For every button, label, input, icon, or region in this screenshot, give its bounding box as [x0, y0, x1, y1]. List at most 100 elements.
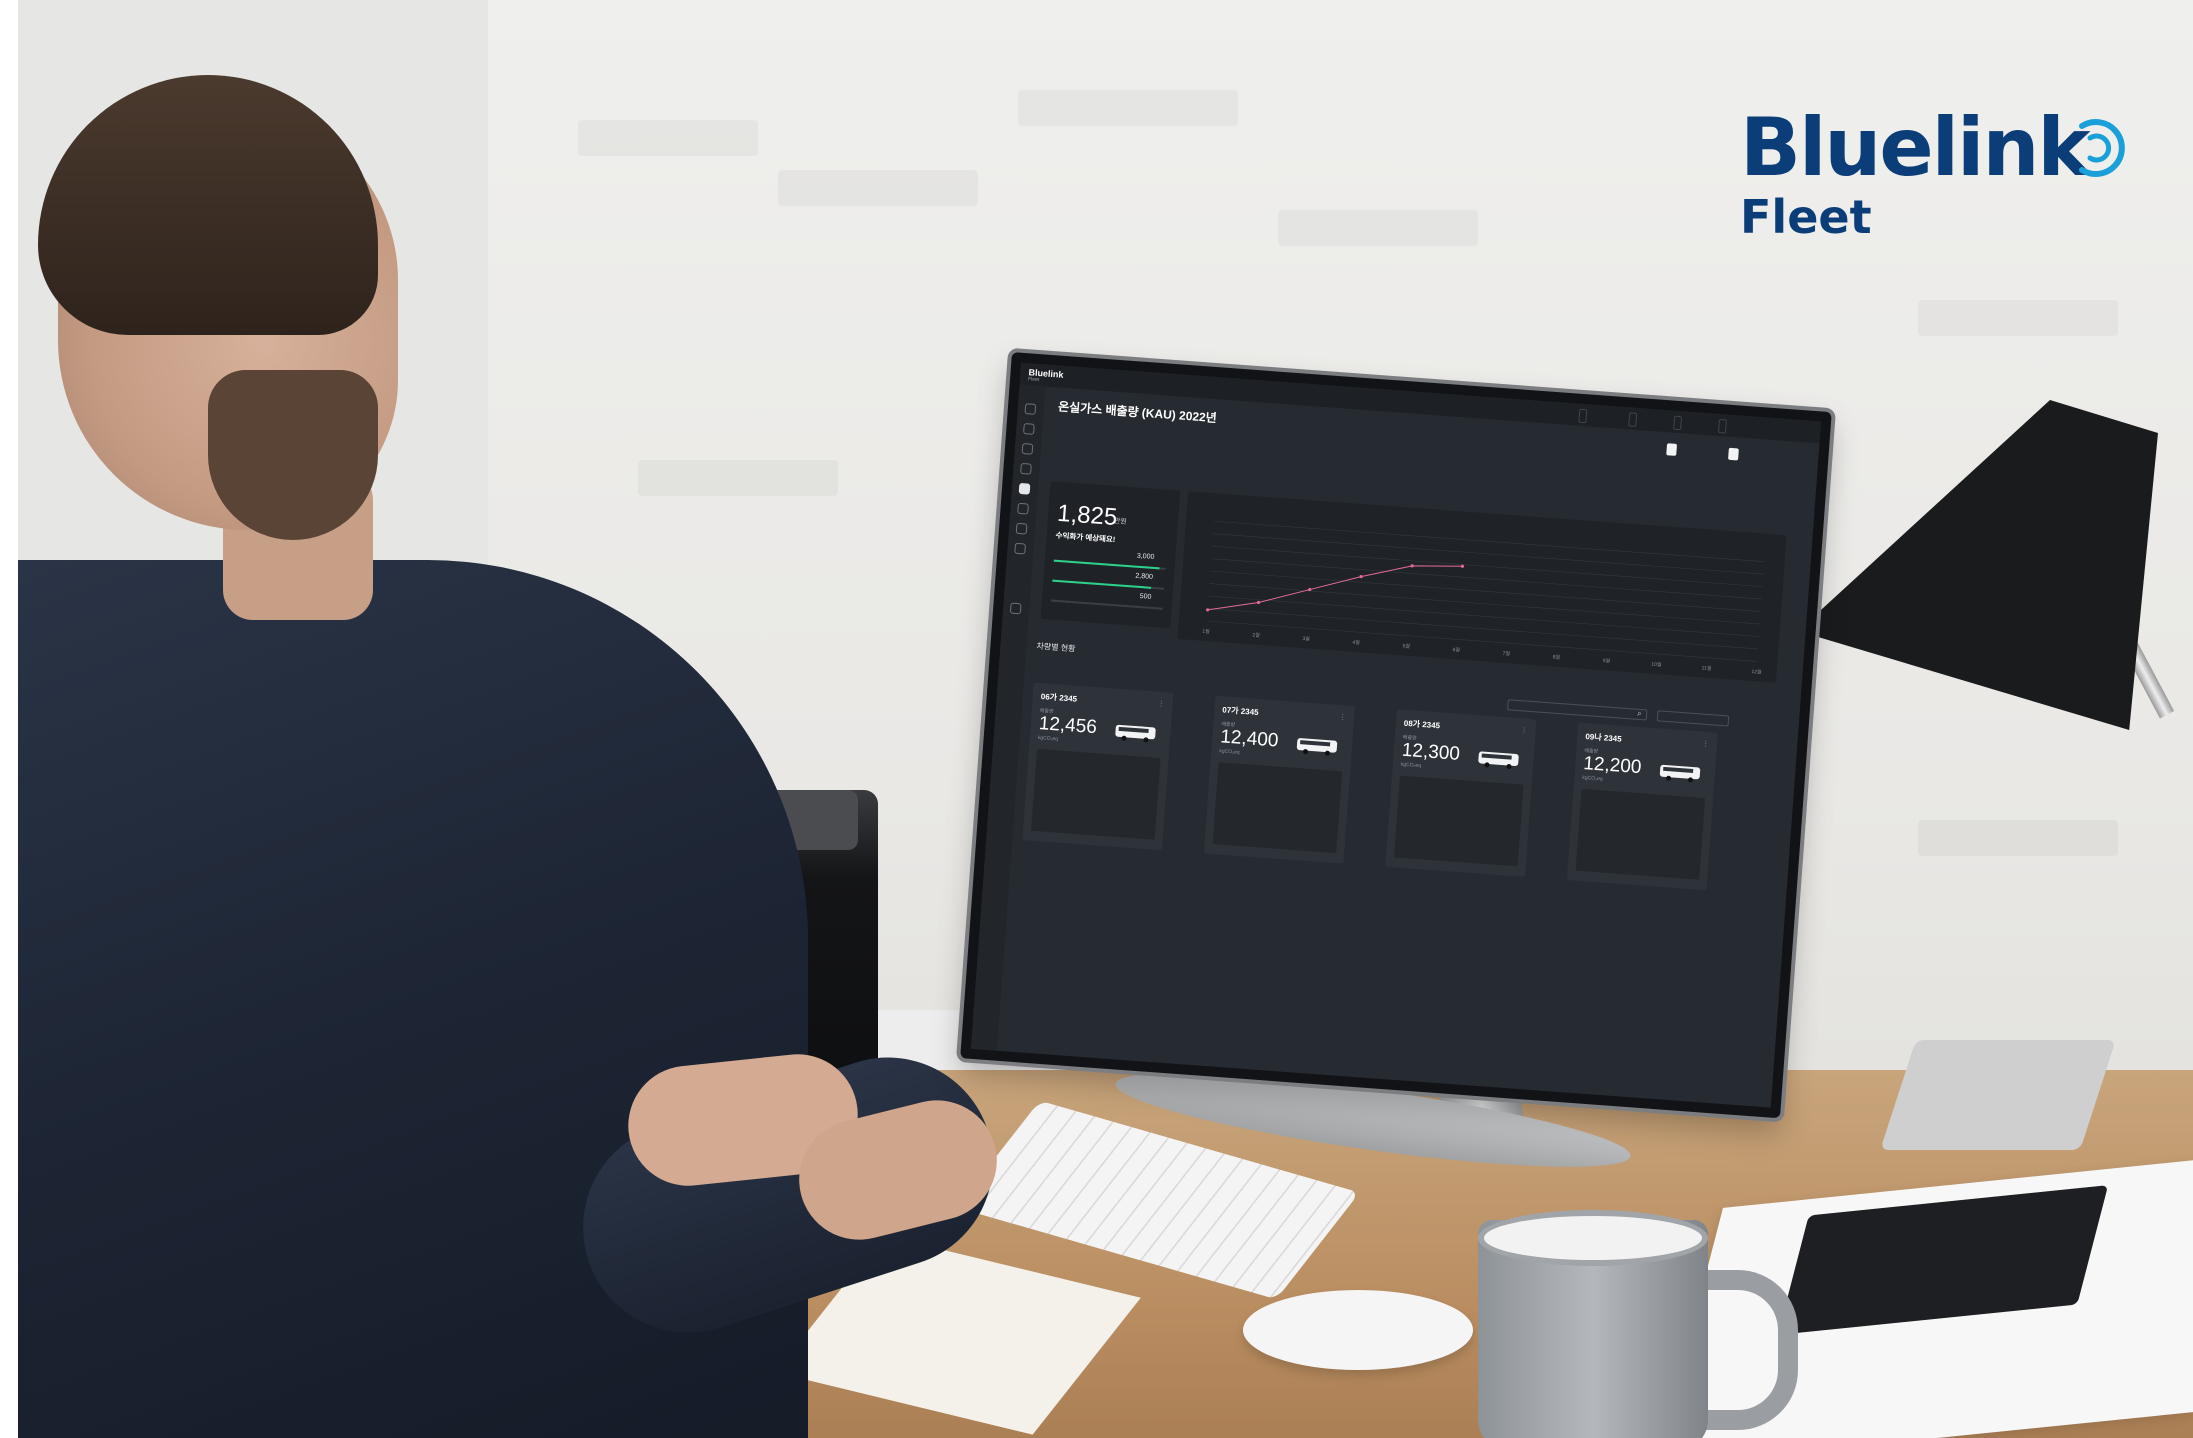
series-line [1207, 565, 1463, 611]
kau-summary-card: 1,825 만원 수익화가 예상돼요! 3,000 2,800 500 [1040, 481, 1181, 629]
description-line [1065, 424, 1763, 475]
search-icon[interactable]: ⌕ [1637, 709, 1642, 719]
grid-line [1206, 620, 1758, 662]
header-button-1[interactable] [1666, 443, 1678, 456]
wall-brick [1278, 210, 1478, 246]
topbar-button-4[interactable] [1717, 418, 1727, 434]
grid-line [1214, 520, 1765, 562]
data-point [1359, 575, 1363, 579]
x-tick-label: 6월 [1452, 646, 1460, 654]
bus-icon [1296, 738, 1338, 756]
x-tick-label: 3월 [1302, 635, 1310, 643]
mouse [1243, 1290, 1473, 1370]
x-tick-label: 12월 [1751, 668, 1762, 676]
kau-row-value: 3,000 [1136, 552, 1155, 561]
kau-row-value: 500 [1139, 593, 1152, 601]
vehicle-search-input[interactable] [1507, 699, 1648, 721]
more-icon[interactable]: ⋮ [1157, 700, 1165, 708]
bus-icon [1659, 764, 1701, 783]
sort-select[interactable] [1656, 710, 1730, 727]
kau-row-value: 2,800 [1135, 572, 1154, 581]
description-line [1065, 424, 1763, 475]
vehicle-detail-panel [1030, 748, 1161, 840]
x-tick-label: 7월 [1502, 650, 1510, 658]
grid-line [1208, 595, 1760, 637]
topbar-button-2[interactable] [1628, 412, 1638, 427]
description-line [1065, 424, 1763, 475]
desk-lamp [1798, 400, 2158, 730]
emission-chart-card: 1월 2월 3월 4월 5월 6월 7월 8월 9월 10월 11월 12월 [1177, 491, 1787, 683]
doc-icon[interactable] [1017, 502, 1029, 515]
vehicle-emission-unit: kgCO₂eq [1037, 734, 1059, 743]
grid-line [1207, 608, 1759, 650]
data-point [1460, 564, 1465, 568]
wall-brick [1918, 820, 2118, 856]
more-icon[interactable]: ⋮ [1520, 726, 1528, 734]
grid-line [1212, 545, 1763, 587]
wall-brick [638, 460, 838, 496]
settings-icon[interactable] [1009, 602, 1022, 615]
kau-unit: 만원 [1113, 517, 1127, 526]
x-tick-label: 10월 [1651, 661, 1662, 669]
vehicle-card[interactable]: 08가 2345 ⋮ 배출량 12,300 kgCO₂eq [1385, 709, 1537, 877]
x-tick-label: 2월 [1252, 631, 1260, 639]
wall-brick [1918, 300, 2118, 336]
x-tick-label: 4월 [1352, 639, 1360, 647]
fleet-section-title: 차량별 현황 [1036, 641, 1076, 654]
x-tick-label: 1월 [1202, 628, 1210, 636]
map-icon[interactable] [1015, 522, 1028, 535]
grid-line [1210, 570, 1762, 612]
vehicle-emission-unit: kgCO₂eq [1582, 774, 1603, 783]
car-icon[interactable] [1021, 443, 1034, 455]
bus-icon [1478, 751, 1519, 770]
wall-brick [778, 170, 978, 206]
vehicle-detail-panel [1394, 775, 1524, 867]
grid-line [1211, 558, 1762, 600]
x-tick-label: 11월 [1701, 664, 1712, 672]
header-button-2[interactable] [1728, 447, 1739, 461]
x-tick-label: 8월 [1552, 653, 1560, 661]
vehicle-plate: 07가 2345 [1222, 705, 1259, 718]
kau-row-fill [1052, 579, 1151, 589]
vehicle-card[interactable]: 09나 2345 ⋮ 배출량 12,200 kgCO₂eq [1566, 722, 1719, 891]
x-tick-label: 5월 [1402, 642, 1410, 650]
more-icon[interactable]: ⋮ [1702, 740, 1710, 748]
bluelink-fleet-logo: Bluelink Fleet [1740, 101, 2125, 244]
vehicle-plate: 09나 2345 [1585, 732, 1622, 744]
topbar-button-3[interactable] [1673, 415, 1683, 431]
box-icon[interactable] [1023, 423, 1035, 435]
wall-brick [578, 120, 758, 156]
wall-brick [1018, 90, 1238, 126]
gauge-icon[interactable] [1020, 462, 1032, 475]
page-title: 온실가스 배출량 (KAU) 2022년 [1057, 399, 1218, 426]
topbar-button-1[interactable] [1578, 408, 1588, 424]
kau-value: 1,825 [1056, 499, 1119, 532]
logo-ring-icon [2079, 119, 2125, 177]
person-beard [208, 370, 378, 540]
grid-icon[interactable] [1024, 403, 1037, 415]
line-chart: 1월 2월 3월 4월 5월 6월 7월 8월 9월 10월 11월 12월 [1202, 520, 1765, 676]
grid-line [1213, 533, 1764, 575]
vehicle-card[interactable]: 07가 2345 ⋮ 배출량 12,400 kgCO₂eq [1203, 695, 1355, 864]
desk-tray [1880, 1040, 2116, 1150]
logo-text: Bluelink [1740, 101, 2091, 194]
data-point [1256, 600, 1261, 605]
leaf-icon[interactable] [1018, 482, 1031, 495]
vehicle-detail-panel [1212, 762, 1343, 854]
data-point [1410, 564, 1414, 568]
vehicle-emission-unit: kgCO₂eq [1400, 761, 1422, 770]
vehicle-plate: 08가 2345 [1403, 718, 1441, 731]
kau-status: 수익화가 예상돼요! [1055, 530, 1116, 545]
kau-row-bar [1050, 599, 1163, 610]
vehicle-plate: 06가 2345 [1040, 692, 1078, 704]
vehicle-detail-panel [1575, 788, 1706, 880]
clock-icon[interactable] [1014, 542, 1027, 555]
monitor: Bluelink Fleet 온실가스 배출량 (KAU) 2022년 1,82… [960, 352, 1832, 1119]
bus-icon [1115, 724, 1156, 743]
mug-rim [1478, 1210, 1708, 1266]
logo-subtext: Fleet [1740, 190, 1872, 244]
app-brand-sub: Fleet [1027, 376, 1040, 384]
vehicle-card[interactable]: 06가 2345 ⋮ 배출량 12,456 kgCO₂eq [1022, 682, 1174, 851]
dashboard-screen: Bluelink Fleet 온실가스 배출량 (KAU) 2022년 1,82… [970, 362, 1822, 1108]
more-icon[interactable]: ⋮ [1339, 713, 1347, 721]
